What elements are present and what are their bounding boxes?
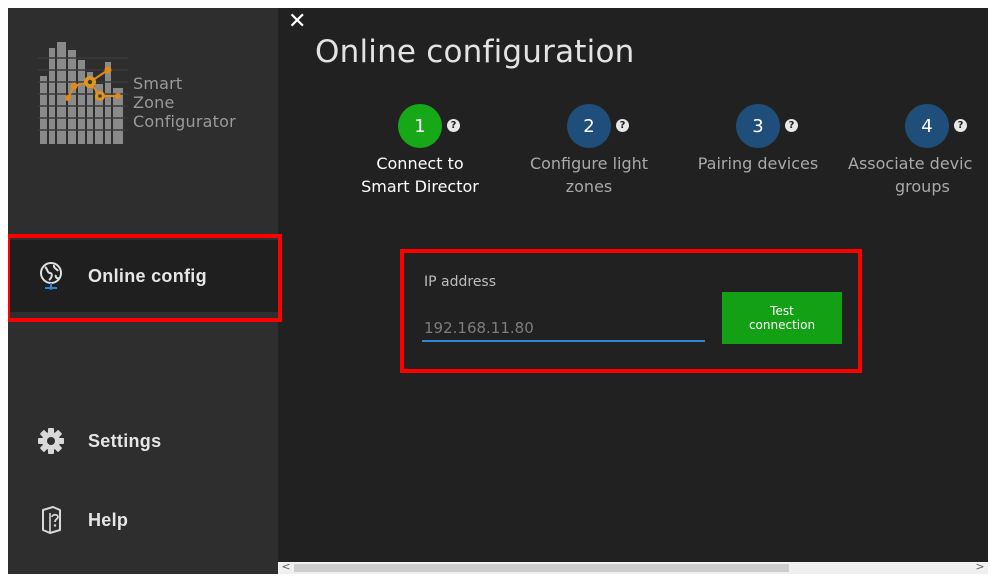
app-window: Smart Zone Configurator Online config Se… bbox=[8, 8, 988, 574]
globe-icon bbox=[36, 261, 66, 291]
step-number-badge: 1 bbox=[398, 104, 442, 148]
sidebar-item-label: Online config bbox=[88, 265, 207, 286]
horizontal-scrollbar[interactable]: < > bbox=[278, 561, 988, 574]
question-icon[interactable]: ? bbox=[616, 119, 629, 132]
connection-form: IP address Test connection bbox=[408, 258, 858, 363]
sidebar-item-online-config[interactable]: Online config bbox=[8, 240, 278, 312]
step-label-line-2: groups bbox=[895, 177, 950, 196]
step-number-badge: 2 bbox=[567, 104, 611, 148]
step-number-badge: 3 bbox=[736, 104, 780, 148]
question-icon[interactable]: ? bbox=[954, 119, 967, 132]
app-logo: Smart Zone Configurator bbox=[38, 38, 263, 158]
question-icon[interactable]: ? bbox=[447, 119, 460, 132]
step-label-line-1: Connect to bbox=[376, 154, 464, 173]
building-logo-icon bbox=[38, 42, 128, 144]
test-button-line-1: Test bbox=[770, 304, 794, 318]
gear-icon bbox=[36, 426, 66, 456]
logo-line-2: Zone bbox=[133, 93, 175, 112]
step-2[interactable]: 2 ? Configure light zones bbox=[504, 104, 674, 214]
test-button-line-2: connection bbox=[748, 318, 816, 332]
step-label-line-1: Associate devic bbox=[848, 154, 973, 173]
ip-address-input[interactable] bbox=[422, 316, 705, 342]
sidebar-item-label: Settings bbox=[88, 430, 162, 451]
step-label: Pairing devices bbox=[673, 152, 843, 175]
sidebar-item-settings[interactable]: Settings bbox=[8, 405, 278, 477]
step-label-line-2: Smart Director bbox=[361, 177, 479, 196]
step-1[interactable]: 1 ? Connect to Smart Director bbox=[335, 104, 505, 214]
test-connection-button[interactable]: Test connection bbox=[722, 292, 842, 344]
step-label: Configure light zones bbox=[504, 152, 674, 198]
ip-address-label: IP address bbox=[424, 274, 497, 290]
step-number-badge: 4 bbox=[905, 104, 949, 148]
page-title: Online configuration bbox=[315, 34, 635, 70]
step-label-line-1: Configure light bbox=[529, 154, 649, 173]
sidebar: Smart Zone Configurator Online config Se… bbox=[8, 8, 278, 574]
step-label-line-2: zones bbox=[565, 177, 613, 196]
scroll-left-arrow-icon[interactable]: < bbox=[280, 561, 292, 573]
step-label: Associate devic groups bbox=[842, 152, 988, 198]
help-book-icon bbox=[36, 505, 66, 535]
logo-line-3: Configurator bbox=[133, 112, 236, 131]
scroll-right-arrow-icon[interactable]: > bbox=[974, 561, 986, 573]
scrollbar-thumb[interactable] bbox=[294, 564, 789, 572]
logo-line-1: Smart bbox=[133, 74, 183, 93]
step-4[interactable]: 4 ? Associate devic groups bbox=[842, 104, 988, 214]
step-label: Connect to Smart Director bbox=[335, 152, 505, 198]
sidebar-item-label: Help bbox=[88, 509, 129, 530]
step-3[interactable]: 3 ? Pairing devices bbox=[673, 104, 843, 214]
step-label-line-1: Pairing devices bbox=[697, 154, 819, 173]
question-icon[interactable]: ? bbox=[785, 119, 798, 132]
close-icon[interactable]: ✕ bbox=[288, 11, 310, 33]
logo-text: Smart Zone Configurator bbox=[133, 74, 236, 131]
sidebar-item-help[interactable]: Help bbox=[8, 484, 278, 556]
